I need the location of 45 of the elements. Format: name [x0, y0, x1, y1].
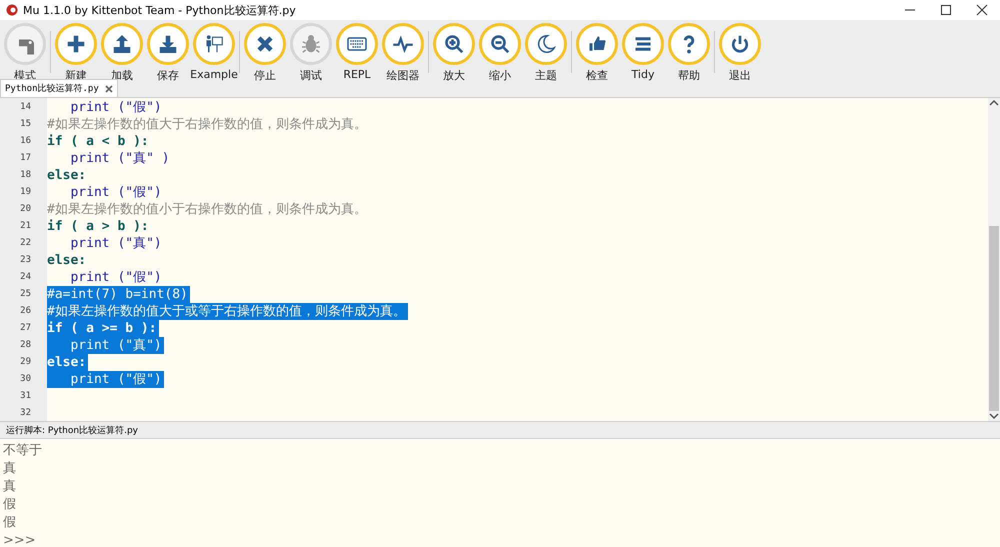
line-number: 22 — [19, 237, 32, 250]
scrollbar[interactable] — [988, 98, 1000, 421]
line-number: 19 — [19, 186, 32, 200]
line-number: 28 — [19, 338, 32, 352]
file-tab[interactable]: Python比较运算符.py — [0, 79, 118, 97]
line-number: 18 — [19, 169, 32, 182]
app-logo-icon — [6, 4, 18, 16]
line-number: 14 — [19, 101, 32, 114]
line-number: 17 — [19, 152, 32, 166]
code-line: if ( a > b ): — [47, 218, 150, 235]
line-number: 31 — [19, 390, 32, 403]
scrollbar-thumb[interactable] — [989, 226, 999, 411]
code-line: print ("假") — [69, 99, 163, 116]
line-number: 16 — [19, 135, 32, 148]
code-line: print ("真") — [69, 235, 163, 252]
code-line: else: — [47, 252, 88, 269]
line-number: 25 — [19, 288, 32, 301]
line-number: 24 — [19, 271, 32, 284]
line-number: 27 — [19, 322, 32, 335]
code-line: print ("假") — [69, 184, 163, 201]
output-line: 假 — [3, 496, 16, 514]
line-number: 15 — [19, 118, 32, 132]
output-line: 假 — [3, 514, 16, 532]
line-number: 32 — [19, 406, 32, 420]
window-title: Mu 1.1.0 by Kittenbot Team - Python比较运算符.py — [23, 2, 297, 18]
output-line: >>> — [3, 532, 36, 547]
close-tab-icon[interactable] — [104, 84, 113, 92]
output-line: 不等于 — [3, 442, 42, 460]
line-number: 30 — [19, 372, 32, 386]
line-number: 23 — [19, 254, 32, 268]
code-line: print ("真" ) — [69, 150, 171, 167]
code-line: print ("假") — [69, 269, 163, 286]
code-line: else: — [47, 167, 88, 184]
scroll-up-icon[interactable] — [989, 98, 999, 108]
code-line: #如果左操作数的值大于右操作数的值，则条件成为真。 — [47, 116, 368, 133]
line-number: 20 — [19, 203, 32, 216]
code-line: #如果左操作数的值小于右操作数的值，则条件成为真。 — [47, 201, 368, 218]
output-line: 真 — [3, 478, 16, 496]
line-number: 29 — [19, 356, 32, 369]
line-number: 26 — [19, 304, 32, 318]
run-pane-title: 运行脚本: Python比较运算符.py — [6, 424, 138, 436]
output-line: 真 — [3, 460, 16, 478]
line-number: 21 — [19, 220, 32, 234]
scroll-down-icon[interactable] — [989, 411, 999, 421]
code-line: if ( a < b ): — [47, 133, 150, 150]
